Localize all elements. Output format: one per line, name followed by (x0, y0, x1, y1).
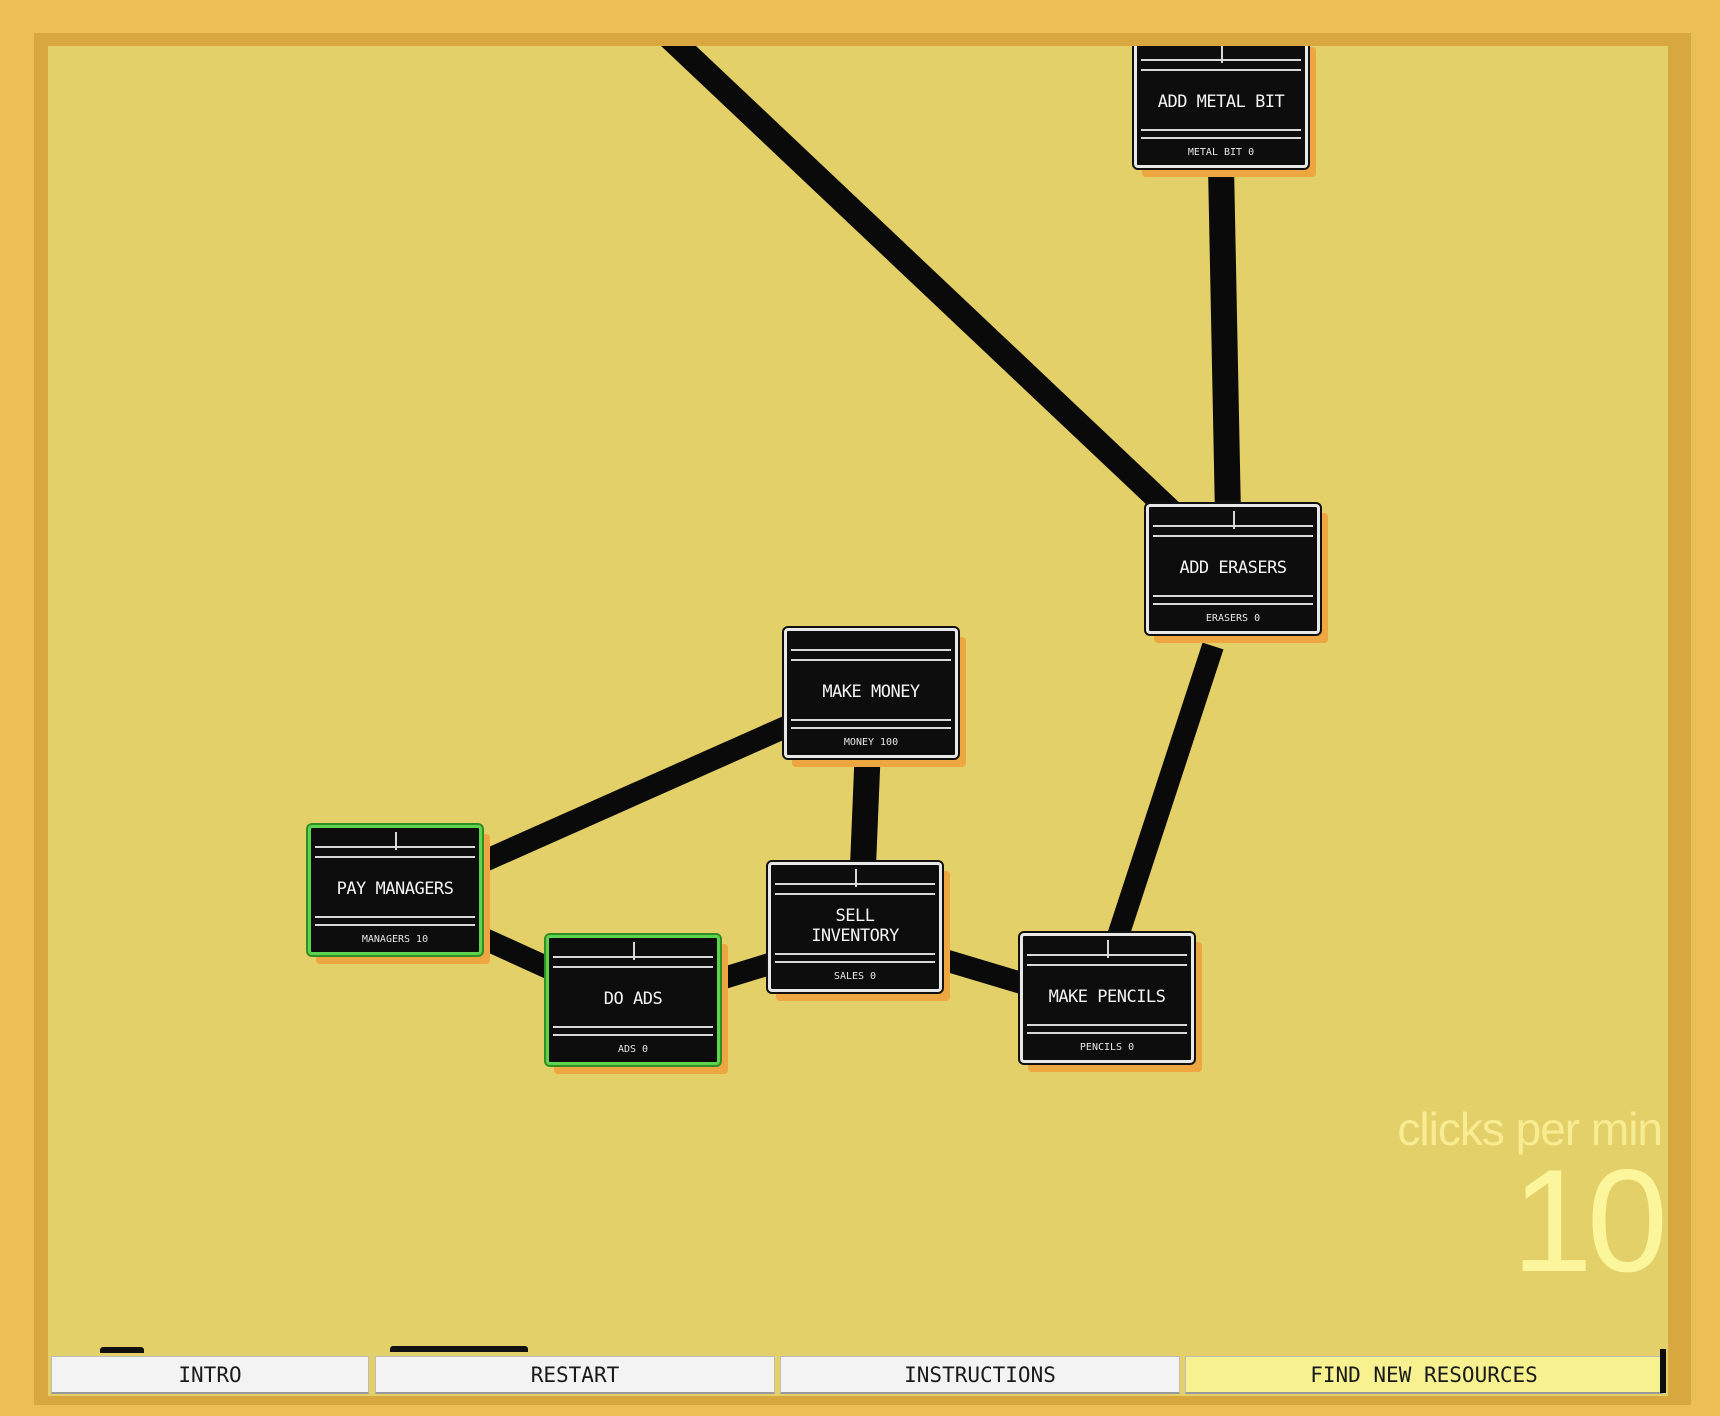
node-label: PAY MANAGERS (336, 879, 454, 899)
node-sell-inventory[interactable]: SELL INVENTORY SALES 0 (766, 860, 944, 994)
node-stat: METAL BIT 0 (1187, 147, 1255, 158)
intro-button[interactable]: INTRO (51, 1356, 369, 1394)
node-stat: PENCILS 0 (1079, 1042, 1135, 1053)
node-stat: SALES 0 (833, 971, 877, 982)
find-new-resources-button[interactable]: FIND NEW RESOURCES (1185, 1349, 1666, 1394)
node-label: ADD ERASERS (1179, 558, 1287, 578)
node-stat: ERASERS 0 (1205, 613, 1261, 624)
node-label: MAKE MONEY (822, 682, 920, 702)
node-header-bar (553, 942, 713, 960)
node-label: SELL INVENTORY (811, 906, 899, 946)
node-header-bar (1027, 940, 1187, 958)
edge-make-money-to-sell-inventory (850, 745, 881, 867)
node-stat: MANAGERS 10 (361, 934, 429, 945)
edge-make-money-to-pay-managers (423, 715, 793, 897)
restart-button[interactable]: RESTART (375, 1356, 775, 1394)
bottom-menu: INTRO RESTART INSTRUCTIONS FIND NEW RESO… (50, 1349, 1666, 1396)
node-label: DO ADS (603, 989, 663, 1009)
node-make-money[interactable]: MAKE MONEY MONEY 100 (782, 626, 960, 760)
node-add-erasers[interactable]: ADD ERASERS ERASERS 0 (1144, 502, 1322, 636)
node-header-bar (775, 869, 935, 887)
edge-add-erasers-to-make-pencils (1107, 642, 1224, 940)
node-header-bar (1141, 46, 1301, 63)
clicks-per-min-value: 10 (1511, 1139, 1668, 1302)
node-add-metal-bit[interactable]: ADD METAL BIT METAL BIT 0 (1132, 46, 1310, 170)
node-header-bar (791, 635, 951, 651)
node-header-bar (315, 832, 475, 850)
node-label: MAKE PENCILS (1048, 987, 1166, 1007)
offscreen-node-stub (390, 1346, 528, 1352)
node-header-bar (1153, 511, 1313, 529)
node-stat: ADS 0 (617, 1044, 649, 1055)
edge-offscreen-to-add-erasers (661, 46, 1185, 525)
edge-add-metal-bit-to-add-erasers (1208, 165, 1241, 517)
game-board: ADD METAL BIT METAL BIT 0 ADD ERASERS ER… (48, 46, 1668, 1396)
node-pay-managers[interactable]: PAY MANAGERS MANAGERS 10 (306, 823, 484, 957)
node-stat: MONEY 100 (843, 737, 899, 748)
node-do-ads[interactable]: DO ADS ADS 0 (544, 933, 722, 1067)
node-make-pencils[interactable]: MAKE PENCILS PENCILS 0 (1018, 931, 1196, 1065)
offscreen-node-stub (100, 1347, 144, 1353)
node-label: ADD METAL BIT (1157, 92, 1285, 112)
instructions-button[interactable]: INSTRUCTIONS (780, 1356, 1180, 1394)
